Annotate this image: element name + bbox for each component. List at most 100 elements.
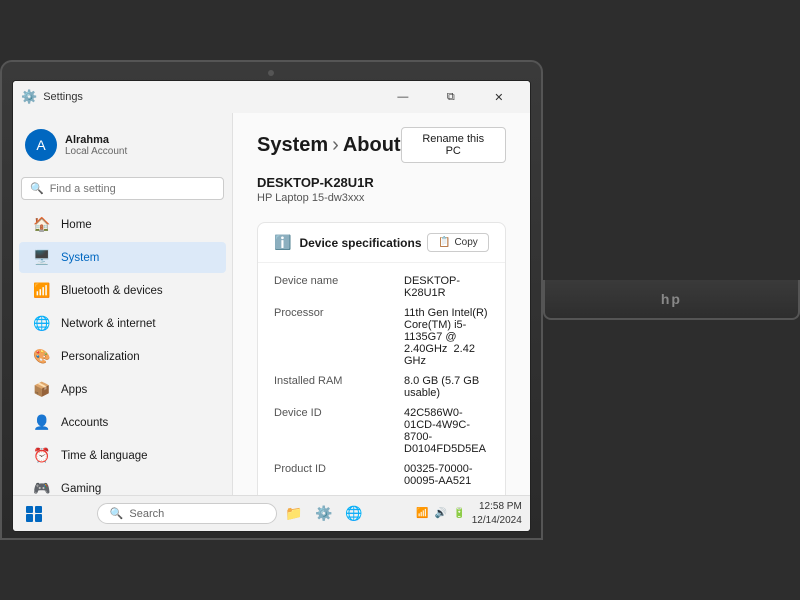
taskbar-search[interactable]: 🔍 Search (97, 503, 277, 524)
taskbar-settings[interactable]: ⚙️ (311, 501, 337, 527)
home-icon: 🏠 (33, 216, 51, 233)
nav-label-apps: Apps (61, 384, 87, 396)
spec-label: Installed RAM (274, 375, 404, 387)
system-icon: 🖥️ (33, 249, 51, 266)
sidebar-item-personalization[interactable]: 🎨 Personalization (19, 341, 226, 372)
sidebar-search-box[interactable]: 🔍 (21, 177, 224, 200)
apps-icon: 📦 (33, 381, 51, 398)
laptop-shell: ⚙️ Settings — ⧉ ✕ A Alrahma (0, 60, 543, 540)
laptop-base: hp (543, 280, 800, 320)
spec-value: 00325-70000-00095-AA521 (404, 463, 489, 487)
minimize-button[interactable]: — (380, 81, 426, 113)
time-icon: ⏰ (33, 447, 51, 464)
content-header: System › About Rename this PC (233, 113, 530, 171)
taskbar-center: 🔍 Search 📁 ⚙️ 🌐 (97, 501, 367, 527)
bluetooth-icon: 📶 (33, 282, 51, 299)
spec-label: Processor (274, 307, 404, 319)
user-avatar: A (25, 129, 57, 161)
taskbar-search-icon: 🔍 (110, 507, 124, 520)
sidebar-item-home[interactable]: 🏠 Home (19, 209, 226, 240)
nav-label-gaming: Gaming (61, 483, 101, 495)
nav-label-accounts: Accounts (61, 417, 108, 429)
settings-layout: A Alrahma Local Account 🔍 🏠 Home (13, 113, 530, 495)
taskbar-file-explorer[interactable]: 📁 (281, 501, 307, 527)
sidebar-item-bluetooth[interactable]: 📶 Bluetooth & devices (19, 275, 226, 306)
sidebar-item-network[interactable]: 🌐 Network & internet (19, 308, 226, 339)
spec-label: Device name (274, 275, 404, 287)
nav-label-network: Network & internet (61, 318, 156, 330)
main-content: System › About Rename this PC DESKTOP-K2… (233, 113, 530, 495)
search-icon: 🔍 (30, 182, 44, 195)
device-specs-copy-button[interactable]: 📋 Copy (427, 233, 489, 252)
device-specs-header: ℹ️ Device specifications 📋 Copy (258, 223, 505, 263)
user-name: Alrahma (65, 134, 127, 146)
taskbar-right: 📶 🔊 🔋 12:58 PM 12/14/2024 (416, 500, 521, 528)
laptop-screen: ⚙️ Settings — ⧉ ✕ A Alrahma (12, 80, 531, 532)
gaming-icon: 🎮 (33, 480, 51, 495)
rename-pc-button[interactable]: Rename this PC (401, 127, 506, 163)
spec-value: 42C586W0-01CD-4W9C-8700-D0104FD5D5EA (404, 407, 489, 455)
sidebar-item-system[interactable]: 🖥️ System (19, 242, 226, 273)
title-bar: ⚙️ Settings — ⧉ ✕ (13, 81, 530, 113)
breadcrumb-current: About (343, 134, 401, 157)
sidebar-item-apps[interactable]: 📦 Apps (19, 374, 226, 405)
nav-label-personalization: Personalization (61, 351, 140, 363)
taskbar-time: 12:58 PM (472, 500, 522, 514)
device-specs-card: ℹ️ Device specifications 📋 Copy Device n… (257, 222, 506, 495)
user-type: Local Account (65, 146, 127, 157)
taskbar-search-label: Search (129, 508, 164, 520)
user-profile[interactable]: A Alrahma Local Account (13, 121, 232, 173)
close-button[interactable]: ✕ (476, 81, 522, 113)
sidebar-item-time[interactable]: ⏰ Time & language (19, 440, 226, 471)
spec-value: DESKTOP-K28U1R (404, 275, 489, 299)
personalization-icon: 🎨 (33, 348, 51, 365)
spec-row-processor: Processor 11th Gen Intel(R) Core(TM) i5-… (274, 303, 489, 371)
nav-label-system: System (61, 252, 99, 264)
taskbar-volume-icon: 🔊 (435, 508, 447, 519)
taskbar-network-icon: 📶 (416, 508, 428, 519)
breadcrumb-separator: › (332, 134, 339, 157)
spec-label: Device ID (274, 407, 404, 419)
device-specs-title: ℹ️ Device specifications (274, 234, 422, 251)
device-name: DESKTOP-K28U1R (257, 175, 506, 190)
nav-label-home: Home (61, 219, 92, 231)
taskbar-edge[interactable]: 🌐 (341, 501, 367, 527)
copy-icon: 📋 (438, 237, 450, 248)
user-info: Alrahma Local Account (65, 134, 127, 157)
spec-row-device-name: Device name DESKTOP-K28U1R (274, 271, 489, 303)
maximize-button[interactable]: ⧉ (428, 81, 474, 113)
spec-row-device-id: Device ID 42C586W0-01CD-4W9C-8700-D0104F… (274, 403, 489, 459)
device-model: HP Laptop 15-dw3xxx (257, 192, 506, 204)
spec-row-product-id: Product ID 00325-70000-00095-AA521 (274, 459, 489, 491)
windows-container: ⚙️ Settings — ⧉ ✕ A Alrahma (13, 81, 530, 531)
spec-value: 8.0 GB (5.7 GB usable) (404, 375, 489, 399)
sidebar-item-accounts[interactable]: 👤 Accounts (19, 407, 226, 438)
spec-label: Product ID (274, 463, 404, 475)
breadcrumb: System › About (257, 134, 401, 157)
info-icon: ℹ️ (274, 234, 291, 251)
title-bar-left: ⚙️ Settings (21, 89, 83, 105)
taskbar: 🔍 Search 📁 ⚙️ 🌐 📶 🔊 🔋 12:58 PM 12/14/202… (13, 495, 530, 531)
spec-row-ram: Installed RAM 8.0 GB (5.7 GB usable) (274, 371, 489, 403)
spec-value: 11th Gen Intel(R) Core(TM) i5-1135G7 @ 2… (404, 307, 489, 367)
window-title: Settings (43, 91, 83, 103)
taskbar-left (21, 501, 47, 527)
laptop-camera (268, 70, 274, 76)
start-windows-logo (26, 506, 42, 522)
nav-label-time: Time & language (61, 450, 148, 462)
start-button[interactable] (21, 501, 47, 527)
nav-label-bluetooth: Bluetooth & devices (61, 285, 163, 297)
hp-logo: hp (661, 291, 682, 307)
breadcrumb-parent: System (257, 134, 328, 157)
sidebar: A Alrahma Local Account 🔍 🏠 Home (13, 113, 233, 495)
accounts-icon: 👤 (33, 414, 51, 431)
taskbar-date: 12/14/2024 (472, 514, 522, 528)
taskbar-battery-icon: 🔋 (453, 508, 465, 519)
sidebar-item-gaming[interactable]: 🎮 Gaming (19, 473, 226, 495)
title-bar-controls: — ⧉ ✕ (380, 81, 522, 113)
device-specs-table: Device name DESKTOP-K28U1R Processor 11t… (258, 263, 505, 495)
taskbar-clock[interactable]: 12:58 PM 12/14/2024 (472, 500, 522, 528)
device-name-section: DESKTOP-K28U1R HP Laptop 15-dw3xxx (233, 171, 530, 216)
search-input[interactable] (50, 183, 215, 195)
network-icon: 🌐 (33, 315, 51, 332)
